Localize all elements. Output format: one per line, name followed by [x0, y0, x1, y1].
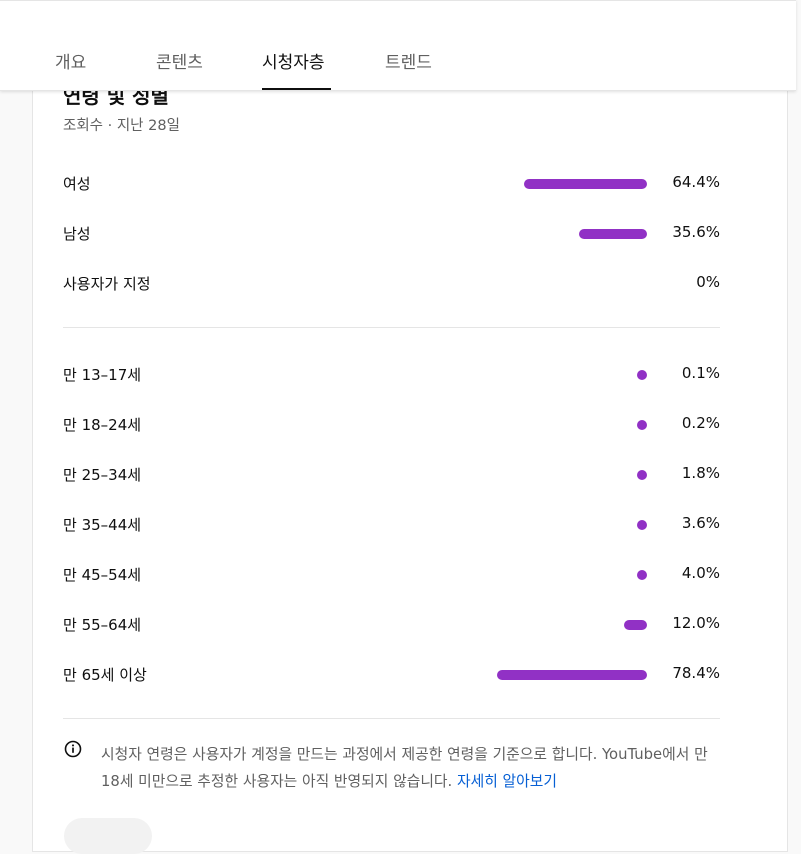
row-value: 3.6%: [681, 514, 720, 532]
row-value: 35.6%: [672, 223, 720, 241]
row-value: 0.1%: [681, 364, 720, 382]
age-row: 만 18–24세 0.2%: [63, 412, 720, 436]
row-value: 64.4%: [672, 173, 720, 191]
percentage-bar: [637, 570, 647, 580]
row-value: 12.0%: [672, 614, 720, 632]
row-value: 0.2%: [681, 414, 720, 432]
gender-row: 남성 35.6%: [63, 221, 720, 245]
row-label: 만 65세 이상: [63, 666, 147, 684]
row-label: 만 18–24세: [63, 416, 142, 434]
row-label: 남성: [63, 225, 91, 243]
percentage-bar: [624, 620, 647, 630]
learn-more-link[interactable]: 자세히 알아보기: [457, 773, 557, 790]
section-subtitle: 조회수 · 지난 28일: [63, 118, 180, 134]
age-row: 만 13–17세 0.1%: [63, 362, 720, 386]
row-value: 0%: [696, 273, 720, 291]
tab-overview[interactable]: 개요: [55, 48, 86, 73]
percentage-bar: [637, 520, 647, 530]
row-value: 78.4%: [672, 664, 720, 682]
percentage-bar: [637, 420, 647, 430]
age-row: 만 45–54세 4.0%: [63, 562, 720, 586]
age-row: 만 25–34세 1.8%: [63, 462, 720, 486]
tab-content[interactable]: 콘텐츠: [156, 48, 203, 73]
tab-audience[interactable]: 시청자층: [262, 48, 325, 73]
percentage-bar: [497, 670, 647, 680]
info-icon: [64, 740, 82, 758]
note-text: 시청자 연령은 사용자가 계정을 만드는 과정에서 제공한 연령을 기준으로 합…: [101, 746, 708, 790]
row-label: 만 25–34세: [63, 466, 142, 484]
age-row: 만 35–44세 3.6%: [63, 512, 720, 536]
row-value: 4.0%: [681, 564, 720, 582]
gender-row: 사용자가 지정 0%: [63, 271, 720, 295]
divider: [63, 718, 720, 719]
age-row: 만 65세 이상 78.4%: [63, 662, 720, 686]
tab-bar: 개요 콘텐츠 시청자층 트렌드: [0, 0, 796, 91]
percentage-bar: [579, 229, 647, 239]
percentage-bar: [637, 370, 647, 380]
more-button[interactable]: [64, 818, 152, 854]
row-label: 만 45–54세: [63, 566, 142, 584]
gender-row: 여성 64.4%: [63, 171, 720, 195]
top-border: [0, 0, 796, 1]
row-label: 만 35–44세: [63, 516, 142, 534]
row-label: 만 55–64세: [63, 616, 142, 634]
row-label: 사용자가 지정: [63, 275, 151, 293]
active-tab-indicator: [262, 88, 331, 90]
divider: [63, 327, 720, 328]
row-value: 1.8%: [681, 464, 720, 482]
age-row: 만 55–64세 12.0%: [63, 612, 720, 636]
percentage-bar: [637, 470, 647, 480]
age-note: 시청자 연령은 사용자가 계정을 만드는 과정에서 제공한 연령을 기준으로 합…: [101, 741, 723, 795]
percentage-bar: [523, 179, 647, 189]
tab-trends[interactable]: 트렌드: [385, 48, 432, 73]
row-label: 만 13–17세: [63, 366, 142, 384]
row-label: 여성: [63, 175, 91, 193]
